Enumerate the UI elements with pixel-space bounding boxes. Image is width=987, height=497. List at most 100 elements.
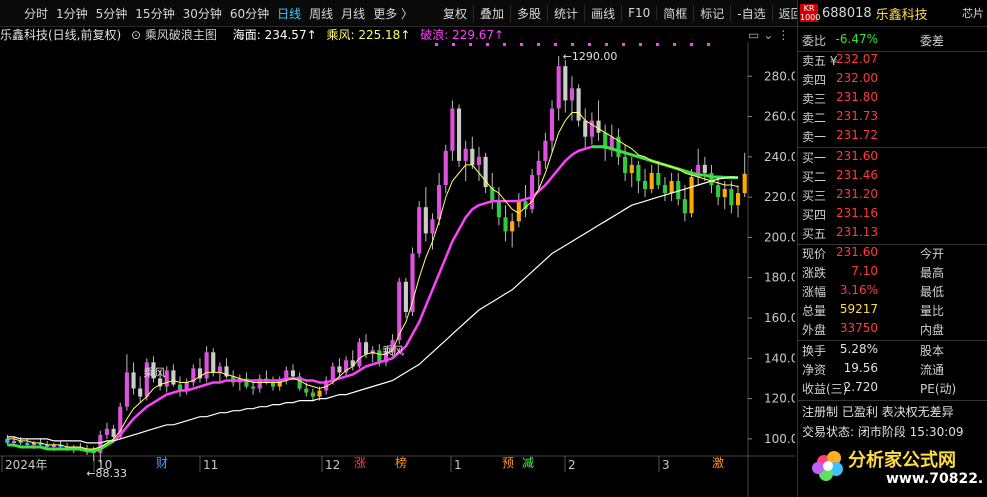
candle-body xyxy=(722,189,727,198)
period-tab-5[interactable]: 60分钟 xyxy=(226,5,273,22)
tool-buttons: 复权 叠加 多股 统计 画线 F10 简框 标记 -自选 返回 xyxy=(437,0,810,26)
indicator-dropdown[interactable]: ⊙ 乘风破浪主图 xyxy=(131,26,223,43)
top-marker xyxy=(486,43,489,46)
top-marker xyxy=(605,43,608,46)
x-tick-label: 2 xyxy=(568,458,576,472)
stat2-row-1-value: 19.56 xyxy=(843,361,878,375)
candle-body xyxy=(496,201,501,218)
stat2-row-1-label2: 流通 xyxy=(920,363,945,377)
period-tab-7[interactable]: 周线 xyxy=(305,5,337,22)
feng-line xyxy=(7,112,739,450)
event-mark: 榜 xyxy=(395,455,407,470)
candle-body xyxy=(576,88,581,121)
candle-body xyxy=(131,372,136,389)
candle-body xyxy=(211,352,216,373)
top-marker xyxy=(639,43,642,46)
tool-button-7[interactable]: 标记 xyxy=(694,4,732,22)
stock-title: 乐鑫科技(日线,前复权) xyxy=(0,28,122,42)
candle-body xyxy=(476,156,482,165)
logo-flower-icon xyxy=(812,451,843,481)
candle-body xyxy=(124,372,129,407)
indicator-legend: 乐鑫科技(日线,前复权) ⊙ 乘风破浪主图 海面: 234.57↑ 乘风: 22… xyxy=(0,26,760,42)
x-tick-label: 3 xyxy=(662,458,670,472)
candle-body xyxy=(310,392,315,397)
tool-button-2[interactable]: 多股 xyxy=(511,4,549,22)
candle-body xyxy=(669,181,674,194)
lang-line-green-2 xyxy=(591,145,739,180)
period-tab-9[interactable]: 更多 〉 xyxy=(369,5,417,22)
stat-row-2-value: 3.16% xyxy=(839,283,878,297)
candle-body xyxy=(642,181,648,190)
candle-body xyxy=(450,108,455,151)
event-mark: 财 xyxy=(156,456,168,470)
period-tab-4[interactable]: 30分钟 xyxy=(179,5,226,22)
candle-body xyxy=(11,440,17,443)
candle-body xyxy=(403,281,408,312)
tool-button-6[interactable]: 简框 xyxy=(657,4,695,22)
candle-body xyxy=(437,185,442,220)
site-logo: 分析家公式网 www.70822.com xyxy=(812,449,984,487)
y-tick-label: 180.0 xyxy=(764,271,795,285)
period-tab-3[interactable]: 15分钟 xyxy=(131,5,178,22)
candle-body xyxy=(138,388,143,397)
x-tick-label: 1 xyxy=(454,458,462,472)
chart-annotation: ←1290.00 xyxy=(563,50,618,63)
y-tick-label: 100.0 xyxy=(764,432,795,446)
quote-header: KR 1000 688018 乐鑫科技 芯片 xyxy=(798,0,987,27)
tool-button-8[interactable]: -自选 xyxy=(731,4,773,22)
candle-body xyxy=(742,173,747,194)
tool-button-0[interactable]: 复权 xyxy=(437,4,475,22)
top-marker xyxy=(690,43,693,46)
top-marker xyxy=(622,43,625,46)
x-tick-label: 11 xyxy=(203,458,218,472)
chart-annotation: ←88.33 xyxy=(86,467,127,480)
event-mark: 激 xyxy=(712,456,724,470)
sector-tag[interactable]: 芯片 xyxy=(962,5,984,21)
event-mark: 预 xyxy=(502,456,514,470)
weibi-row-value: -6.47% xyxy=(835,32,878,46)
candle-body xyxy=(251,386,256,389)
top-marker xyxy=(656,43,659,46)
expand-icon[interactable]: ⌄ xyxy=(763,28,773,42)
candle-body xyxy=(463,148,468,161)
period-tab-2[interactable]: 5分钟 xyxy=(92,5,132,22)
tool-button-3[interactable]: 统计 xyxy=(548,4,586,22)
pin-icon[interactable]: ▭ xyxy=(748,28,759,42)
feng-value: 乘风: 225.18↑ xyxy=(326,28,411,42)
hai-line xyxy=(7,176,739,444)
candle-body xyxy=(510,221,515,232)
candle-body xyxy=(636,164,641,182)
kline-chart[interactable]: 100.0 120.0 140.0 160.0 180.0 200.0 220.0 240.0… xyxy=(0,42,795,497)
top-marker xyxy=(537,43,540,46)
top-marker xyxy=(469,43,472,46)
candle-body xyxy=(503,217,508,232)
candle-body xyxy=(569,88,575,101)
candle-body xyxy=(104,428,110,435)
bid-row-1-value: 231.60 xyxy=(836,149,878,163)
bid-row-2-value: 231.46 xyxy=(836,168,878,182)
period-tab-1[interactable]: 1分钟 xyxy=(52,5,92,22)
period-tab-8[interactable]: 月线 xyxy=(337,5,369,22)
stock-name: 乐鑫科技 xyxy=(875,7,928,23)
tool-button-4[interactable]: 画线 xyxy=(585,4,623,22)
top-marker xyxy=(452,43,455,46)
candle-body xyxy=(530,174,535,210)
tool-button-1[interactable]: 叠加 xyxy=(474,4,512,22)
candle-body xyxy=(596,120,601,133)
candle-body xyxy=(629,164,634,173)
candle-body xyxy=(649,172,654,190)
candle-body xyxy=(556,66,561,109)
menu-icon[interactable]: ⋮ xyxy=(777,28,789,42)
candle-body xyxy=(456,108,462,161)
top-marker xyxy=(588,43,591,46)
svg-text:分析家公式网: 分析家公式网 xyxy=(848,449,956,471)
y-tick-label: 280.0 xyxy=(764,69,795,83)
candle-body xyxy=(729,189,734,206)
candle-body xyxy=(623,156,628,173)
period-tab-0[interactable]: 分时 xyxy=(20,5,52,22)
stat-row-4-label2: 内盘 xyxy=(920,323,945,337)
ask-row-3-value: 231.80 xyxy=(836,90,878,104)
tool-button-5[interactable]: F10 xyxy=(622,6,658,20)
period-tab-6[interactable]: 日线 xyxy=(273,5,305,22)
candle-body xyxy=(543,140,548,161)
